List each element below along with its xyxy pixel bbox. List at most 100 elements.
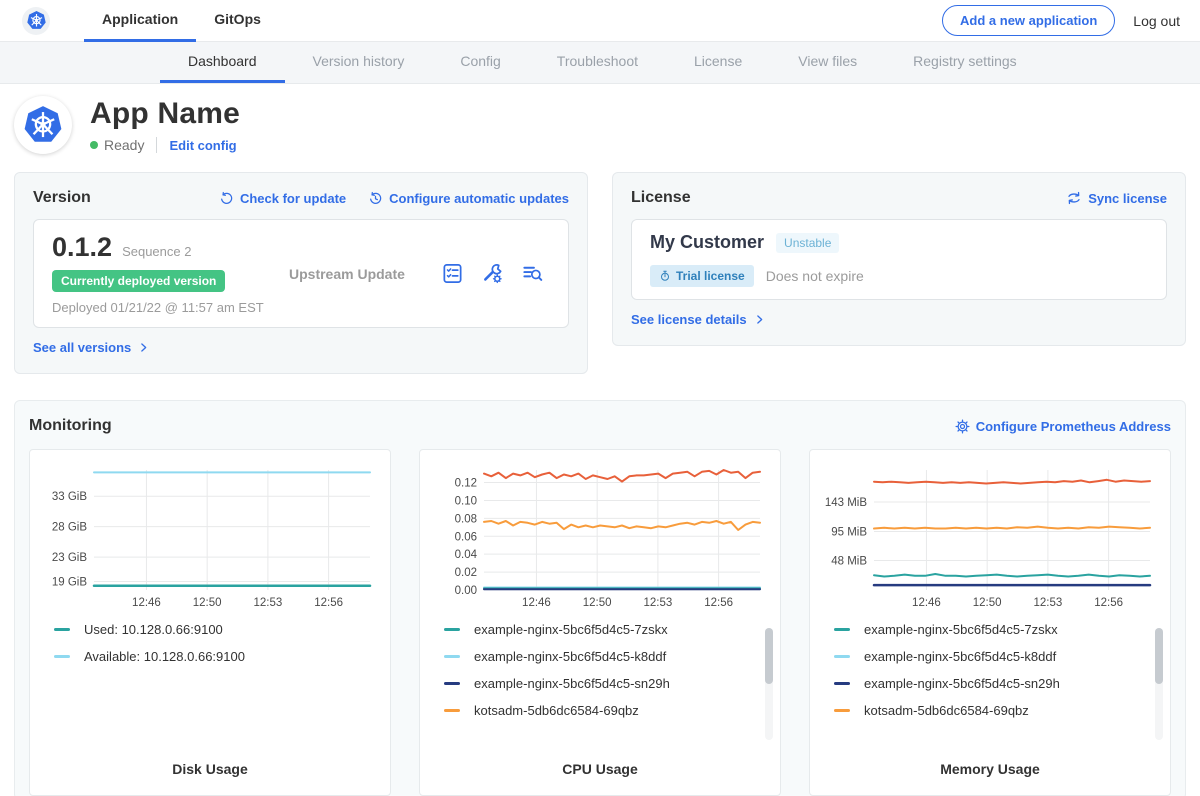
- license-expiry: Does not expire: [766, 268, 864, 284]
- version-card: Version Check for update Configure autom…: [14, 172, 588, 374]
- x-tick-label: 12:50: [193, 597, 222, 609]
- trial-license-badge: Trial license: [650, 265, 754, 287]
- add-new-application-button[interactable]: Add a new application: [942, 5, 1115, 36]
- tab-view-files[interactable]: View files: [770, 42, 885, 83]
- kubernetes-logo-icon[interactable]: [22, 7, 50, 35]
- y-tick-label: 0.06: [455, 531, 477, 543]
- tab-registry-settings-label: Registry settings: [913, 53, 1016, 69]
- legend-item[interactable]: example-nginx-5bc6f5d4c5-sn29h: [444, 676, 766, 691]
- deployed-timestamp: Deployed 01/21/22 @ 11:57 am EST: [52, 300, 277, 315]
- usage-chart-svg: 12:4612:5012:5312:560.120.100.080.060.04…: [434, 462, 768, 614]
- x-tick-label: 12:56: [704, 597, 733, 609]
- legend-scrollbar-thumb[interactable]: [1155, 628, 1163, 684]
- preflight-checks-icon[interactable]: [441, 262, 464, 285]
- configure-prometheus-link[interactable]: Configure Prometheus Address: [955, 419, 1171, 434]
- legend-swatch: [834, 682, 850, 685]
- y-tick-label: 0.02: [455, 567, 477, 579]
- legend-swatch: [834, 628, 850, 631]
- refresh-icon: [219, 191, 234, 206]
- kots-dashboard-page: Application GitOps Add a new application…: [0, 0, 1200, 796]
- tab-license[interactable]: License: [666, 42, 770, 83]
- tab-version-history-label: Version history: [313, 53, 405, 69]
- disk-usage-chart-card: 12:4612:5012:5312:5633 GiB28 GiB23 GiB19…: [29, 449, 391, 796]
- legend-swatch: [834, 709, 850, 712]
- configure-automatic-updates-link[interactable]: Configure automatic updates: [368, 191, 569, 206]
- tab-troubleshoot[interactable]: Troubleshoot: [529, 42, 666, 83]
- legend-label: kotsadm-5db6dc6584-69qbz: [474, 703, 639, 718]
- legend-swatch: [834, 655, 850, 658]
- x-tick-label: 12:56: [1094, 597, 1123, 609]
- legend-label: example-nginx-5bc6f5d4c5-7zskx: [864, 622, 1058, 637]
- usage-chart-svg: 12:4612:5012:5312:5633 GiB28 GiB23 GiB19…: [44, 462, 378, 614]
- license-details-row: My Customer Unstable Trial license Does …: [631, 219, 1167, 300]
- sequence-label: Sequence 2: [122, 244, 191, 259]
- chevron-right-icon: [753, 313, 766, 326]
- check-for-update-link[interactable]: Check for update: [219, 191, 346, 206]
- y-tick-label: 0.00: [455, 585, 477, 597]
- legend-scrollbar-thumb[interactable]: [765, 628, 773, 684]
- chart-title: Memory Usage: [824, 761, 1156, 781]
- tab-config[interactable]: Config: [432, 42, 528, 83]
- see-license-details-label: See license details: [631, 312, 747, 327]
- edit-config-link[interactable]: Edit config: [169, 138, 236, 153]
- legend-label: example-nginx-5bc6f5d4c5-k8ddf: [864, 649, 1056, 664]
- y-tick-label: 0.04: [455, 549, 478, 561]
- memory-usage-chart-card: 12:4612:5012:5312:56143 MiB95 MiB48 MiB e…: [809, 449, 1171, 796]
- tab-dashboard-label: Dashboard: [188, 53, 257, 69]
- legend-item[interactable]: Available: 10.128.0.66:9100: [54, 649, 376, 664]
- cpu-usage-chart-card: 12:4612:5012:5312:560.120.100.080.060.04…: [419, 449, 781, 796]
- app-avatar: [14, 96, 72, 154]
- current-version-row: 0.1.2 Sequence 2 Currently deployed vers…: [33, 219, 569, 328]
- status-badge: Ready: [104, 137, 144, 153]
- monitoring-section: Monitoring Configure Prometheus Address …: [14, 400, 1186, 796]
- tab-version-history[interactable]: Version history: [285, 42, 433, 83]
- legend-swatch: [54, 628, 70, 631]
- legend-item[interactable]: kotsadm-5db6dc6584-69qbz: [444, 703, 766, 718]
- edit-config-icon[interactable]: [481, 262, 504, 285]
- legend-label: example-nginx-5bc6f5d4c5-7zskx: [474, 622, 668, 637]
- legend-swatch: [444, 628, 460, 631]
- kubernetes-app-icon: [22, 104, 64, 146]
- deploy-logs-icon[interactable]: [521, 262, 544, 285]
- legend-item[interactable]: Used: 10.128.0.66:9100: [54, 622, 376, 637]
- monitoring-title: Monitoring: [29, 417, 112, 435]
- legend-item[interactable]: example-nginx-5bc6f5d4c5-k8ddf: [444, 649, 766, 664]
- version-card-title: Version: [33, 189, 91, 207]
- app-subnav: Dashboard Version history Config Trouble…: [0, 42, 1200, 84]
- tab-troubleshoot-label: Troubleshoot: [557, 53, 638, 69]
- legend-item[interactable]: example-nginx-5bc6f5d4c5-7zskx: [834, 622, 1156, 637]
- legend-item[interactable]: example-nginx-5bc6f5d4c5-sn29h: [834, 676, 1156, 691]
- y-tick-label: 48 MiB: [831, 555, 867, 567]
- x-tick-label: 12:46: [132, 597, 161, 609]
- top-navbar: Application GitOps Add a new application…: [0, 0, 1200, 42]
- trial-license-label: Trial license: [676, 269, 745, 283]
- usage-chart-svg: 12:4612:5012:5312:56143 MiB95 MiB48 MiB: [824, 462, 1158, 614]
- stopwatch-icon: [659, 270, 671, 282]
- x-tick-label: 12:56: [314, 597, 343, 609]
- legend-label: Used: 10.128.0.66:9100: [84, 622, 223, 637]
- version-number: 0.1.2: [52, 232, 112, 263]
- legend-item[interactable]: example-nginx-5bc6f5d4c5-k8ddf: [834, 649, 1156, 664]
- legend-scrollbar[interactable]: [765, 628, 773, 740]
- legend-item[interactable]: example-nginx-5bc6f5d4c5-7zskx: [444, 622, 766, 637]
- nav-tab-gitops[interactable]: GitOps: [196, 0, 279, 42]
- nav-tab-application-label: Application: [102, 11, 178, 27]
- logout-button[interactable]: Log out: [1133, 13, 1180, 29]
- legend-scrollbar[interactable]: [1155, 628, 1163, 740]
- x-tick-label: 12:46: [522, 597, 551, 609]
- nav-tab-application[interactable]: Application: [84, 0, 196, 42]
- y-tick-label: 33 GiB: [52, 491, 87, 503]
- check-for-update-label: Check for update: [240, 191, 346, 206]
- gear-icon: [955, 419, 970, 434]
- legend-swatch: [444, 682, 460, 685]
- top-nav-tabs: Application GitOps: [84, 0, 279, 42]
- tab-registry-settings[interactable]: Registry settings: [885, 42, 1044, 83]
- tab-license-label: License: [694, 53, 742, 69]
- see-all-versions-link[interactable]: See all versions: [33, 340, 150, 355]
- legend-item[interactable]: kotsadm-5db6dc6584-69qbz: [834, 703, 1156, 718]
- sync-license-link[interactable]: Sync license: [1066, 190, 1167, 206]
- tab-dashboard[interactable]: Dashboard: [160, 42, 285, 83]
- page-title: App Name: [90, 97, 240, 131]
- tab-config-label: Config: [460, 53, 500, 69]
- see-license-details-link[interactable]: See license details: [631, 312, 766, 327]
